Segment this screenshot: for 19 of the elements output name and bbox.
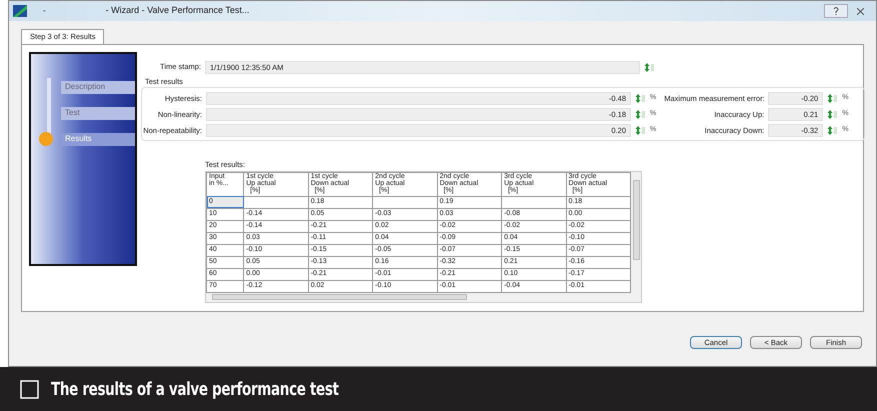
sort-icon[interactable]: [827, 126, 838, 135]
window-title-prefix: -: [43, 5, 46, 17]
sort-icon[interactable]: [644, 62, 655, 72]
window-title: - Wizard - Valve Performance Test...: [106, 4, 250, 18]
sort-icon[interactable]: [827, 110, 838, 119]
caption-text: The results of a valve performance test: [51, 378, 339, 402]
vertical-scrollbar[interactable]: [631, 172, 641, 292]
sort-icon[interactable]: [827, 94, 838, 103]
help-icon: [833, 7, 839, 15]
help-button[interactable]: [824, 4, 848, 18]
app-icon: [13, 5, 27, 17]
sort-icon[interactable]: [635, 110, 646, 119]
close-icon: [856, 8, 864, 14]
checkbox-icon: [20, 380, 39, 398]
table-cell: [372, 196, 438, 208]
sort-icon[interactable]: [635, 126, 646, 135]
table-cell: [244, 196, 308, 208]
table-cell: [502, 196, 566, 208]
sort-icon[interactable]: [635, 94, 646, 103]
